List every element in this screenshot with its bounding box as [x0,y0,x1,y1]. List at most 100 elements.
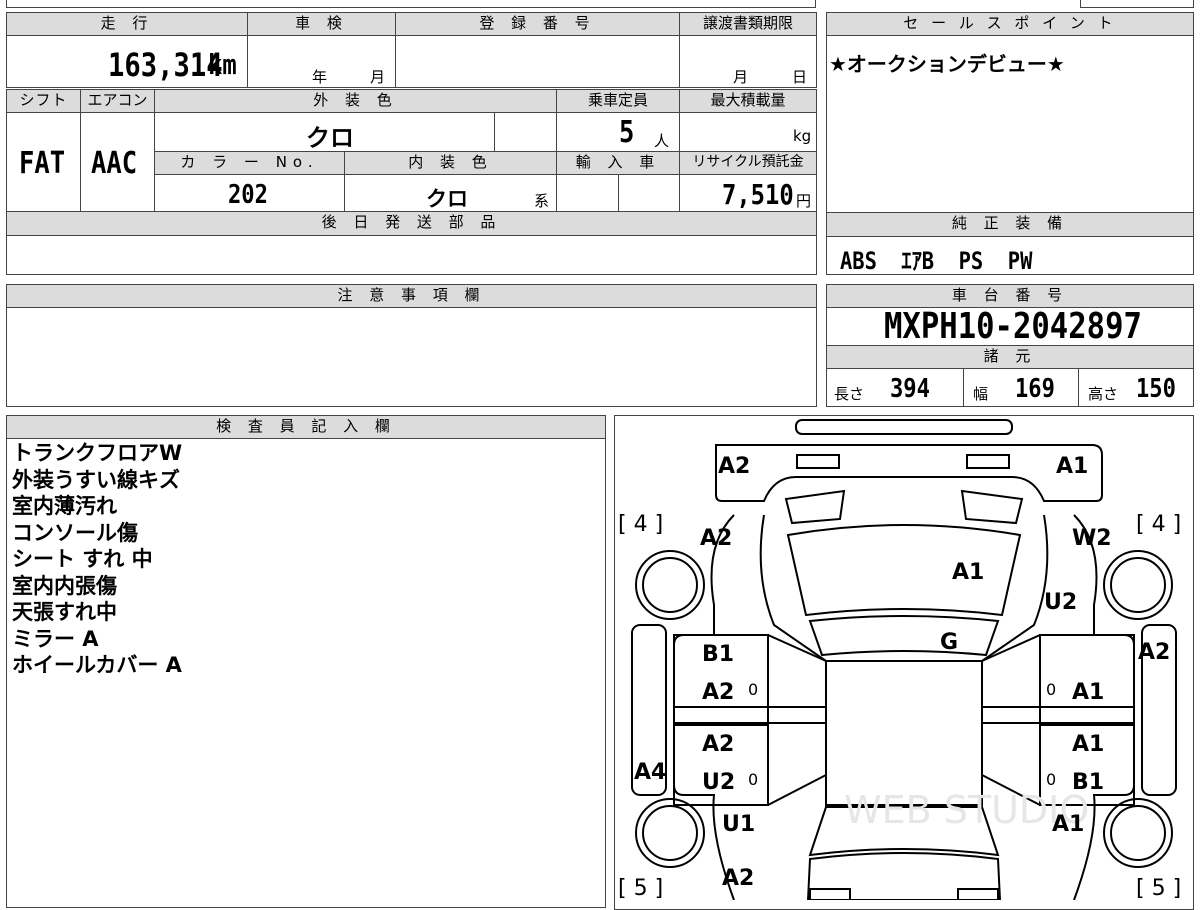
code-zero-4: 0 [1046,770,1056,789]
specs-width-value: 169 [1015,374,1055,404]
rear-window-right [960,489,1024,525]
front-grille-left [809,888,851,900]
inspection-label: 車 検 [247,12,396,36]
code-rear-quarter-right: W2 [1072,526,1112,551]
chassis-label: 車 台 番 号 [826,284,1194,308]
recycle-label: リサイクル預託金 [679,151,817,175]
hood [806,852,1002,900]
front-left-tire [635,798,705,868]
top-strip [6,0,816,8]
notes-label: 注 意 事 項 欄 [6,284,817,308]
transfer-month: 月 [733,68,749,86]
code-tire-front-right: [ 5 ] [1136,876,1181,900]
inspection-year: 年 [312,68,328,86]
rear-right-tire-inner [1110,557,1166,613]
shift-value: FAT [19,146,66,181]
code-right-step: A2 [1138,640,1170,665]
code-front-door-right-2: B1 [1072,770,1104,795]
mileage-unit: km [208,48,237,81]
registration-cell [395,35,680,88]
color-no-label: カ ラ ー No. [154,151,345,175]
later-parts-label: 後 日 発 送 部 品 [6,211,817,236]
capacity-value: 5 [619,115,635,150]
code-rear-glass: A1 [952,560,984,585]
rear-bumper [715,444,1103,502]
rear-left-tire [635,550,705,620]
front-left-tire-inner [642,805,698,861]
code-rear-door-left-1: B1 [702,642,734,667]
specs-length-value: 394 [890,374,930,404]
registration-label: 登 録 番 号 [395,12,680,36]
front-right-tire [1103,798,1173,868]
rear-lamp-left [796,454,840,469]
specs-length-label: 長さ [834,385,865,403]
rear-lamp-right [966,454,1010,469]
inspector-label: 検 査 員 記 入 欄 [6,415,606,439]
code-fender-right: A1 [1052,812,1084,837]
code-front-door-left-1: A2 [702,732,734,757]
transfer-day: 日 [792,68,808,86]
recycle-unit: 円 [796,192,812,210]
code-zero-3: 0 [748,770,758,789]
color-no-value: 202 [228,180,268,210]
code-tire-rear-left: [ 4 ] [618,512,663,537]
interior-color-suffix: 系 [534,192,550,210]
interior-color-label: 内 装 色 [344,151,557,175]
aircon-label: エアコン [80,89,155,113]
recycle-value: 7,510 [722,178,794,211]
inspection-month: 月 [370,68,386,86]
inspector-remarks-list: トランクフロアW 外装うすい線キズ 室内薄汚れ コンソール傷 シート すれ 中 … [12,440,182,679]
aircon-value: AAC [91,146,138,181]
import-cell-a [556,174,619,212]
mileage-label: 走 行 [6,12,248,36]
standard-equipment-value: ABS ｴｱB PS PW [840,247,1033,275]
remark-item: トランクフロアW [12,441,183,465]
specs-height-value: 150 [1136,374,1176,404]
rear-left-tire-inner [642,557,698,613]
remark-item: 室内内張傷 [12,573,117,598]
shift-label: シフト [6,89,81,113]
code-tire-front-left: [ 5 ] [618,876,663,900]
code-rear-left: A2 [718,454,750,479]
code-front-door-right-1: A1 [1072,732,1104,757]
remark-item: シート すれ 中 [12,547,153,571]
remark-item: ホイールカバー A [12,653,182,677]
code-tire-rear-right: [ 4 ] [1136,512,1181,537]
roof [808,615,1000,657]
top-strip-right [1080,0,1194,8]
transfer-deadline-label: 譲渡書類期限 [679,12,817,36]
code-fender-left: U1 [722,812,755,837]
import-label: 輸 入 車 [556,151,680,175]
max-load-unit: kg [793,127,812,145]
specs-height-label: 高さ [1088,385,1119,403]
specs-width-label: 幅 [973,385,989,403]
code-rear-quarter-left: A2 [700,526,732,551]
capacity-label: 乗車定員 [556,89,680,113]
import-cell-b [618,174,680,212]
code-roof: G [940,630,958,655]
code-zero-2: 0 [1046,680,1056,699]
exterior-color-sub-cell [494,112,557,152]
remark-item: 室内薄汚れ [12,494,117,518]
code-left-step: A4 [634,760,666,785]
remark-item: 天張すれ中 [12,600,117,624]
chassis-value: MXPH10-2042897 [884,306,1142,347]
exterior-color-label: 外 装 色 [154,89,557,113]
code-front-door-left-2: U2 [702,770,735,795]
right-rear-door [1039,634,1135,724]
capacity-unit: 人 [654,132,670,150]
specs-label: 諸 元 [826,345,1194,369]
rear-window-left [784,489,846,525]
sales-points-label: セ ー ル ス ポ イ ン ト [826,12,1194,36]
code-rear-door-right: A1 [1072,680,1104,705]
notes-cell [6,307,817,407]
max-load-label: 最大積載量 [679,89,817,113]
later-parts-cell [6,235,817,275]
code-quarter-right-lower: U2 [1044,590,1077,615]
rear-right-tire [1103,550,1173,620]
code-rear-door-left-2: A2 [702,680,734,705]
front-grille-right [957,888,999,900]
code-zero-1: 0 [748,680,758,699]
exterior-color-value: クロ [306,124,354,152]
remark-item: コンソール傷 [12,520,138,545]
